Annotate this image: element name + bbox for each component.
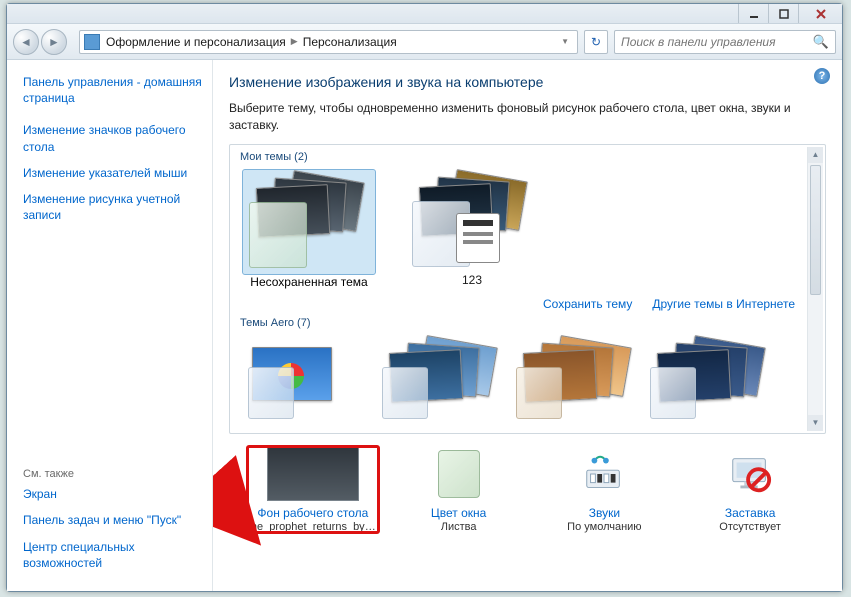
option-color-link[interactable]: Цвет окна bbox=[431, 506, 486, 520]
themes-box: ▲ ▼ Мои темы (2) bbox=[229, 144, 826, 434]
theme-item-aero[interactable] bbox=[242, 335, 358, 425]
address-bar[interactable]: Оформление и персонализация ▶ Персонализ… bbox=[79, 30, 578, 54]
forward-button[interactable]: ► bbox=[41, 29, 67, 55]
sidebar-home-link[interactable]: Панель управления - домашняя страница bbox=[23, 74, 202, 106]
theme-item-123[interactable]: 123 bbox=[406, 169, 538, 289]
option-screensaver[interactable]: Заставка Отсутствует bbox=[684, 446, 816, 533]
see-also-display[interactable]: Экран bbox=[23, 486, 202, 502]
address-drop-icon[interactable]: ▼ bbox=[557, 37, 573, 46]
more-themes-link[interactable]: Другие темы в Интернете bbox=[652, 297, 795, 311]
sidebar-link-account[interactable]: Изменение рисунка учетной записи bbox=[23, 191, 202, 223]
scroll-thumb[interactable] bbox=[810, 165, 821, 295]
option-bg-value: the_prophet_returns_by_m... bbox=[248, 521, 378, 533]
search-box[interactable]: 🔍 bbox=[614, 30, 836, 54]
page-title: Изменение изображения и звука на компьют… bbox=[229, 74, 826, 90]
color-swatch-icon bbox=[438, 450, 480, 498]
help-icon[interactable]: ? bbox=[814, 68, 830, 84]
theme-item-unsaved[interactable]: Несохраненная тема bbox=[242, 169, 376, 289]
option-sound-value: По умолчанию bbox=[567, 521, 641, 533]
refresh-button[interactable]: ↻ bbox=[584, 30, 608, 54]
caption-bar bbox=[7, 4, 842, 24]
wallpaper-thumb bbox=[265, 446, 361, 502]
minimize-button[interactable] bbox=[738, 4, 768, 23]
search-input[interactable] bbox=[621, 35, 801, 49]
option-sound-link[interactable]: Звуки bbox=[589, 506, 620, 520]
scroll-up-icon[interactable]: ▲ bbox=[808, 147, 823, 163]
sound-icon bbox=[556, 446, 652, 502]
my-themes-row: Несохраненная тема bbox=[238, 169, 817, 289]
theme-label: 123 bbox=[462, 273, 482, 287]
breadcrumb-1[interactable]: Оформление и персонализация bbox=[106, 35, 286, 49]
close-button[interactable] bbox=[798, 4, 842, 23]
option-saver-value: Отсутствует bbox=[719, 521, 781, 533]
glass-panel-icon bbox=[249, 202, 307, 268]
option-saver-link[interactable]: Заставка bbox=[725, 506, 776, 520]
breadcrumb-2[interactable]: Персонализация bbox=[303, 35, 397, 49]
nav-arrows: ◄ ► bbox=[13, 29, 73, 55]
page-desc: Выберите тему, чтобы одновременно измени… bbox=[229, 100, 826, 134]
theme-item-aero[interactable] bbox=[644, 335, 760, 425]
option-desktop-bg[interactable]: Фон рабочего стола the_prophet_returns_b… bbox=[247, 446, 379, 533]
body: Панель управления - домашняя страница Из… bbox=[7, 60, 842, 591]
chevron-right-icon: ▶ bbox=[291, 36, 298, 47]
theme-actions: Сохранить тему Другие темы в Интернете bbox=[238, 289, 817, 315]
theme-label: Несохраненная тема bbox=[250, 275, 367, 289]
control-panel-icon bbox=[84, 34, 100, 50]
nav-bar: ◄ ► Оформление и персонализация ▶ Персон… bbox=[7, 24, 842, 60]
screensaver-icon bbox=[702, 446, 798, 502]
aero-themes-row bbox=[238, 335, 817, 425]
see-also-ease[interactable]: Центр специальных возможностей bbox=[23, 539, 202, 571]
theme-item-aero[interactable] bbox=[376, 335, 492, 425]
see-also-taskbar[interactable]: Панель задач и меню "Пуск" bbox=[23, 512, 202, 528]
window: ◄ ► Оформление и персонализация ▶ Персон… bbox=[6, 3, 843, 592]
my-themes-label: Мои темы (2) bbox=[238, 149, 817, 169]
dialog-preview-icon bbox=[456, 213, 500, 263]
bottom-options: Фон рабочего стола the_prophet_returns_b… bbox=[229, 434, 826, 545]
theme-item-aero[interactable] bbox=[510, 335, 626, 425]
maximize-button[interactable] bbox=[768, 4, 798, 23]
sidebar-link-cursors[interactable]: Изменение указателей мыши bbox=[23, 165, 202, 181]
sidebar-link-icons[interactable]: Изменение значков рабочего стола bbox=[23, 122, 202, 154]
content: ? Изменение изображения и звука на компь… bbox=[213, 60, 842, 591]
sidebar: Панель управления - домашняя страница Из… bbox=[7, 60, 213, 591]
save-theme-link[interactable]: Сохранить тему bbox=[543, 297, 632, 311]
search-icon: 🔍 bbox=[813, 34, 829, 50]
back-button[interactable]: ◄ bbox=[13, 29, 39, 55]
option-bg-link[interactable]: Фон рабочего стола bbox=[257, 506, 368, 520]
option-color-value: Листва bbox=[441, 521, 477, 533]
option-sounds[interactable]: Звуки По умолчанию bbox=[539, 446, 671, 533]
option-window-color[interactable]: Цвет окна Листва bbox=[393, 446, 525, 533]
see-also-label: См. также bbox=[23, 468, 202, 480]
scrollbar[interactable]: ▲ ▼ bbox=[807, 147, 823, 431]
aero-themes-label: Темы Aero (7) bbox=[238, 315, 817, 335]
scroll-down-icon[interactable]: ▼ bbox=[808, 415, 823, 431]
